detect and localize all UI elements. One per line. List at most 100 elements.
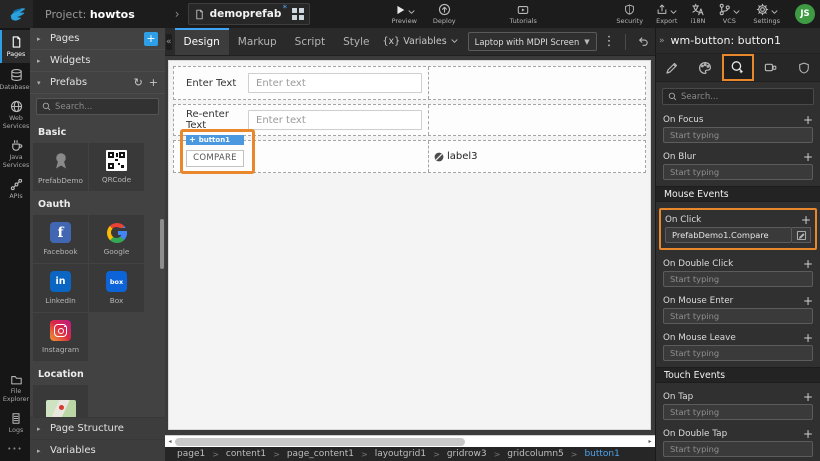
prefab-tile-instagram[interactable]: Instagram [33,313,88,361]
tab-properties[interactable] [656,54,689,81]
tab-device[interactable] [754,54,787,81]
settings-button[interactable]: Settings [753,3,780,25]
rail-item-apis[interactable]: APIs [0,173,30,205]
tab-design[interactable]: Design [175,28,229,55]
add-event-button[interactable]: + [803,391,813,403]
on-mouse-leave-input[interactable] [663,345,813,361]
pages-grid-icon[interactable] [292,8,304,20]
app-logo[interactable] [0,0,33,28]
breadcrumb-item[interactable]: gridcolumn5 [507,449,563,459]
compare-button[interactable]: COMPARE [186,150,244,167]
rail-item-databases[interactable]: Databases [0,63,30,96]
prefab-group-title: Basic [30,119,165,143]
export-button[interactable]: Export [656,3,677,25]
move-handle-icon[interactable]: + [189,136,196,144]
text-input-2[interactable] [248,110,422,130]
page-structure-section-header[interactable]: ▸ Page Structure [30,417,165,439]
breadcrumb-item[interactable]: layoutgrid1 [375,449,426,459]
add-event-button[interactable]: + [803,258,813,270]
on-tap-input[interactable] [663,404,813,420]
breadcrumb: page1> content1> page_content1> layoutgr… [165,447,655,461]
breadcrumb-item[interactable]: page1 [177,449,205,459]
pages-section-header[interactable]: ▸ Pages + [30,28,165,50]
prefabs-section-header[interactable]: ▾ Prefabs ↻ + [30,72,165,94]
user-avatar[interactable]: JS [795,4,815,24]
breadcrumb-item[interactable]: page_content1 [287,449,354,459]
refresh-prefabs-button[interactable]: ↻ [134,76,143,89]
rail-item-java-services[interactable]: Java Services [0,134,30,173]
i18n-button[interactable]: i18N [690,3,705,25]
prefab-tile-prefabdemo[interactable]: PrefabDemo [33,143,88,191]
prefab-tile-location[interactable] [33,385,88,417]
undo-button[interactable] [635,35,650,48]
text-input-1[interactable] [248,73,422,93]
tab-script[interactable]: Script [286,28,334,55]
edit-action-button[interactable] [792,227,811,243]
add-event-button[interactable]: + [803,114,813,126]
more-menu-button[interactable]: ⋮ [603,35,616,48]
add-event-button[interactable]: + [801,214,811,226]
design-canvas-page[interactable]: Enter Text Re-enter Text [168,60,651,430]
canvas-horizontal-scrollbar[interactable]: ◂ ▸ [165,435,655,447]
variables-section-header[interactable]: ▸ Variables [30,439,165,461]
prefab-tile-linkedin[interactable]: in LinkedIn [33,264,88,312]
device-select[interactable]: Laptop with MDPI Screen ▼ [468,32,597,51]
on-focus-input[interactable] [663,127,813,143]
scroll-right-button[interactable]: ▸ [645,436,655,447]
rail-item-file-explorer[interactable]: File Explorer [0,369,30,407]
tab-events[interactable] [722,54,755,81]
add-event-button[interactable]: + [803,428,813,440]
on-double-click-input[interactable] [663,271,813,287]
widgets-section-header[interactable]: ▸ Widgets [30,50,165,72]
breadcrumb-item-active[interactable]: button1 [584,449,619,459]
prefab-search-input[interactable] [55,102,153,112]
prefab-tile-google[interactable]: Google [89,215,144,263]
scroll-left-button[interactable]: ◂ [165,436,175,447]
collapse-right-panel-button[interactable]: » [659,36,665,46]
prefab-tile-facebook[interactable]: f Facebook [33,215,88,263]
current-page-selector[interactable]: demoprefab * [188,3,310,25]
add-event-button[interactable]: + [803,332,813,344]
grid-row-1[interactable]: Enter Text [173,66,646,100]
prefab-tile-box[interactable]: box Box [89,264,144,312]
add-page-button[interactable]: + [144,32,158,46]
security-button[interactable]: Security [616,3,643,25]
label3-widget[interactable]: label3 [434,151,478,162]
add-event-button[interactable]: + [803,295,813,307]
preview-button[interactable]: Preview [392,3,417,25]
tab-styles[interactable] [689,54,722,81]
scrollbar-thumb[interactable] [175,438,465,446]
topbar-right-actions: Security Export i18N VCS [616,3,820,25]
add-prefab-button[interactable]: + [149,76,158,89]
on-mouse-enter-input[interactable] [663,308,813,324]
vcs-button[interactable]: VCS [718,3,740,25]
events-search-input[interactable] [681,92,808,102]
left-panel: ▸ Pages + ▸ Widgets ▾ Prefabs ↻ + Basic [30,28,165,461]
project-name: Project: howtos [45,8,135,21]
breadcrumb-item[interactable]: gridrow3 [447,449,487,459]
grid-row-3[interactable]: + button1 COMPARE label3 [173,140,646,173]
deploy-button[interactable]: Deploy [433,3,456,25]
left-panel-scrollbar[interactable] [160,219,164,269]
selected-widget-tag[interactable]: + button1 [186,135,244,145]
rail-item-pages[interactable]: Pages [0,30,30,63]
top-bar: Project: howtos › demoprefab * Preview D… [0,0,820,28]
prefab-tile-qrcode[interactable]: QRCode [89,143,144,191]
tutorials-button[interactable]: Tutorials [510,3,537,25]
on-double-tap-input[interactable] [663,441,813,457]
tab-style[interactable]: Style [334,28,378,55]
more-options-button[interactable]: ••• [0,439,30,461]
tab-markup[interactable]: Markup [229,28,286,55]
globe-icon [10,100,23,113]
add-event-button[interactable]: + [803,151,813,163]
rail-item-logs[interactable]: Logs [0,407,30,439]
on-click-input[interactable] [665,227,792,243]
prefab-list: Basic PrefabDemo QRCode [30,119,165,417]
tab-security[interactable] [787,54,820,81]
variables-dropdown[interactable]: {x} Variables [379,28,462,55]
on-blur-input[interactable] [663,164,813,180]
breadcrumb-item[interactable]: content1 [226,449,266,459]
rail-item-web-services[interactable]: Web Services [0,95,30,134]
canvas-background: Enter Text Re-enter Text [165,56,655,435]
collapse-left-panel-button[interactable]: « [166,34,172,50]
